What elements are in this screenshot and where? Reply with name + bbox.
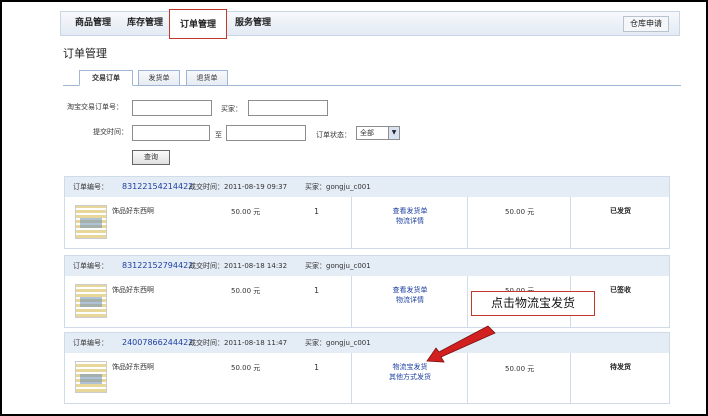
warehouse-apply-button[interactable]: 仓库申请 [623,16,669,32]
product-thumbnail[interactable] [75,361,107,393]
nav-tab-product[interactable]: 商品管理 [67,12,119,35]
column-divider [467,276,468,327]
nav-tab-orders[interactable]: 订单管理 [169,9,227,39]
order-status-value: 全部 [360,129,374,137]
page-title: 订单管理 [63,47,107,60]
unit-price: 50.00 元 [231,364,261,372]
order-status-select[interactable]: 全部 ▼ [356,126,400,140]
column-divider [570,353,571,403]
order-total: 50.00 元 [505,208,535,216]
order-no[interactable]: 24007866244422 [122,333,193,353]
logistics-detail-link[interactable]: 物流详情 [365,295,455,305]
to-label: 至 [215,131,222,139]
order-status: 已发货 [610,207,631,215]
column-divider [351,353,352,403]
nav-tab-inventory[interactable]: 库存管理 [119,12,171,35]
annotation-callout: 点击物流宝发货 [471,291,595,316]
order-status: 待发货 [610,363,631,371]
chevron-down-icon: ▼ [388,127,399,139]
order-header: 订单编号： 83122154214422 成交时间：2011-08-19 09:… [65,177,669,197]
taobao-order-input[interactable] [132,100,212,116]
order-time: 成交时间：2011-08-19 09:37 [189,183,288,191]
unit-price: 50.00 元 [231,208,261,216]
order-header: 订单编号： 83122152794422 成交时间：2011-08-18 14:… [65,256,669,276]
subtab-shipments[interactable]: 发货单 [138,70,180,86]
order-actions: 查看发货单 物流详情 [365,206,455,226]
order-no-label: 订单编号： [73,262,108,270]
other-ship-link[interactable]: 其他方式发货 [365,372,455,382]
subtab-returns[interactable]: 退货单 [186,70,228,86]
order-total: 50.00 元 [505,365,535,373]
quantity: 1 [314,207,320,216]
order-no[interactable]: 83122152794422 [122,256,193,276]
nav-tab-service[interactable]: 服务管理 [227,12,279,35]
order-status: 已签收 [610,286,631,294]
unit-price: 50.00 元 [231,287,261,295]
wuliubao-ship-link[interactable]: 物流宝发货 [365,362,455,372]
order-status-label: 订单状态： [316,131,351,139]
logistics-detail-link[interactable]: 物流详情 [365,216,455,226]
order-no-label: 订单编号： [73,339,108,347]
order-buyer: 买家：gongju_c001 [305,183,371,191]
product-name[interactable]: 饰品好东西啊 [112,206,154,216]
column-divider [570,197,571,248]
quantity: 1 [314,286,320,295]
time-to-input[interactable] [226,125,306,141]
order-actions: 查看发货单 物流详情 [365,285,455,305]
product-thumbnail[interactable] [75,284,107,318]
view-shipment-link[interactable]: 查看发货单 [365,206,455,216]
order-header: 订单编号： 24007866244422 成交时间：2011-08-18 11:… [65,333,669,353]
order-time: 成交时间：2011-08-18 14:32 [189,262,288,270]
quantity: 1 [314,363,320,372]
buyer-input[interactable] [248,100,328,116]
time-from-input[interactable] [132,125,210,141]
order-buyer: 买家：gongju_c001 [305,339,371,347]
buyer-label: 买家： [221,105,242,113]
order-row: 订单编号： 83122154214422 成交时间：2011-08-19 09:… [64,176,670,249]
order-buyer: 买家：gongju_c001 [305,262,371,270]
product-name[interactable]: 饰品好东西啊 [112,362,154,372]
query-button[interactable]: 查询 [132,150,170,165]
taobao-order-label: 淘宝交易订单号： [67,103,123,111]
order-actions: 物流宝发货 其他方式发货 [365,362,455,382]
order-no[interactable]: 83122154214422 [122,177,193,197]
product-name[interactable]: 饰品好东西啊 [112,285,154,295]
top-nav: 商品管理 库存管理 订单管理 服务管理 仓库申请 [60,9,680,39]
column-divider [351,197,352,248]
column-divider [467,197,468,248]
submit-time-label: 提交时间： [93,128,128,136]
order-row: 订单编号： 24007866244422 成交时间：2011-08-18 11:… [64,332,670,404]
order-time: 成交时间：2011-08-18 11:47 [189,339,288,347]
column-divider [351,276,352,327]
view-shipment-link[interactable]: 查看发货单 [365,285,455,295]
product-thumbnail[interactable] [75,205,107,239]
column-divider [467,353,468,403]
order-no-label: 订单编号： [73,183,108,191]
subtab-trade-orders[interactable]: 交易订单 [79,70,133,86]
